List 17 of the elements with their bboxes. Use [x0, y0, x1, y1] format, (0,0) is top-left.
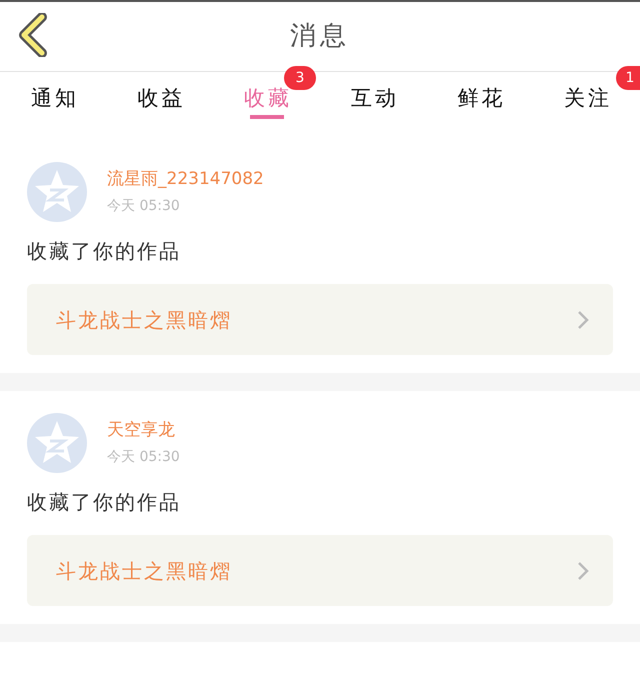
message-text: 收藏了你的作品 — [27, 238, 182, 265]
avatar-icon — [27, 162, 87, 222]
page-title: 消息 — [290, 20, 350, 53]
back-button[interactable] — [16, 12, 50, 58]
avatar-icon — [27, 413, 87, 473]
tab[interactable]: 互动 — [340, 72, 407, 130]
back-icon — [18, 13, 48, 57]
timestamp: 今天 05:30 — [107, 448, 180, 468]
count-badge: 3 — [284, 66, 316, 90]
message-text: 收藏了你的作品 — [27, 489, 182, 516]
chevron-right-icon — [577, 560, 589, 580]
chevron-right-icon — [577, 310, 589, 330]
timestamp: 今天 05:30 — [107, 197, 181, 216]
tab[interactable]: 通知 — [20, 72, 87, 130]
tab[interactable]: 鲜花 — [446, 72, 514, 130]
count-badge: 1 — [616, 66, 640, 90]
tab[interactable]: 收益 — [126, 72, 194, 130]
